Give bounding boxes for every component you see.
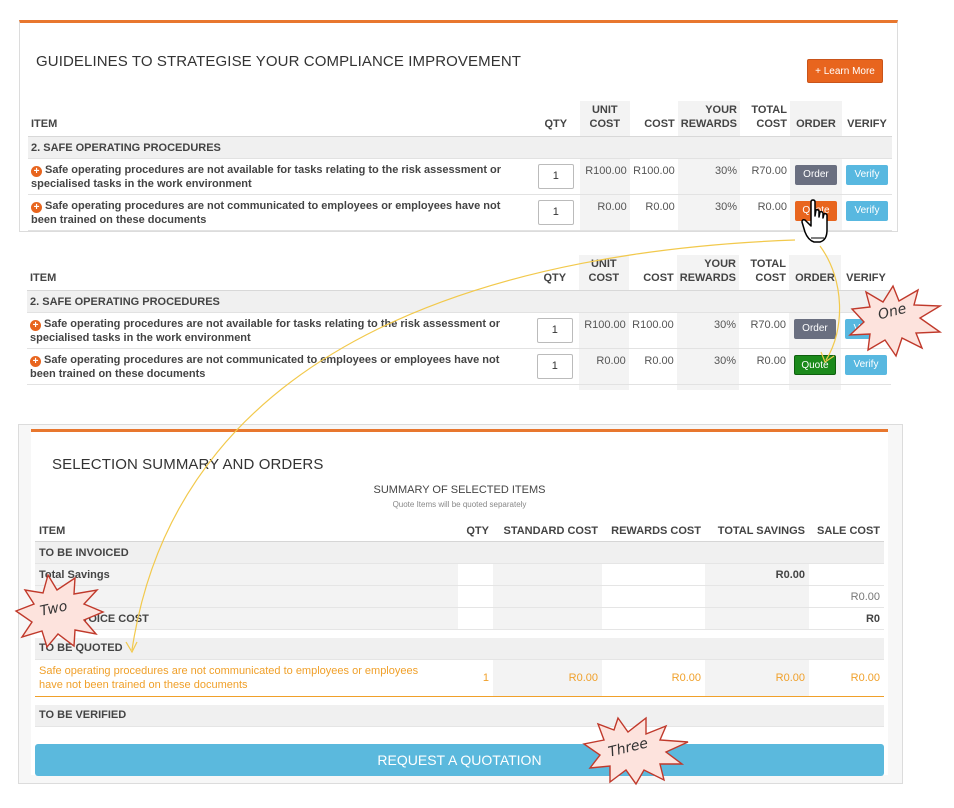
verify-button[interactable]: Verify [845, 165, 888, 185]
to-be-verified-label: TO BE VERIFIED [35, 704, 884, 727]
guidelines-table: ITEM QTY UNIT COST COST YOUR REWARDS TOTAL… [28, 101, 892, 231]
learn-more-button[interactable]: + Learn More [807, 59, 883, 83]
table-row: + Safe operating procedures are not avail… [28, 158, 892, 195]
quote-button[interactable]: Quote [794, 201, 837, 221]
quoted-row: Safe operating procedures are not commun… [35, 659, 884, 697]
sum-col-standard: STANDARD COST [493, 523, 602, 542]
summary-table: ITEM QTY STANDARD COST REWARDS COST TOTA… [35, 523, 884, 727]
col-qty: QTY [531, 101, 580, 137]
sum-col-item: ITEM [35, 523, 458, 542]
summary-panel: SELECTION SUMMARY AND ORDERS SUMMARY OF … [18, 424, 903, 784]
sum-col-savings: TOTAL SAVINGS [705, 523, 809, 542]
sum-col-qty: QTY [458, 523, 493, 542]
request-quotation-button[interactable]: REQUEST A QUOTATION [35, 744, 884, 776]
guidelines-table-after: ITEM QTY UNIT COST COST YOUR REWARDS TOTAL… [27, 255, 891, 390]
summary-card: SELECTION SUMMARY AND ORDERS SUMMARY OF … [31, 429, 888, 776]
col-item: ITEM [28, 101, 532, 137]
section-title: 2. SAFE OPERATING PROCEDURES [28, 136, 892, 159]
col-verify: VERIFY [841, 101, 892, 137]
col-order: ORDER [789, 101, 842, 137]
quantity-input[interactable]: 1 [537, 200, 574, 225]
sum-col-rewards: REWARDS COST [602, 523, 705, 542]
summary-title: SELECTION SUMMARY AND ORDERS [52, 456, 324, 473]
quantity-input[interactable]: 1 [536, 354, 573, 379]
col-unit-cost: UNIT COST [579, 101, 630, 137]
col-verify: VERIFY [840, 255, 891, 291]
col-cost: COST [629, 101, 678, 137]
quantity-input[interactable]: 1 [537, 164, 574, 189]
verify-button[interactable]: Verify [845, 201, 888, 221]
to-be-invoiced-label: TO BE INVOICED [35, 541, 884, 564]
table-row: + Safe operating procedures are not commu… [28, 194, 892, 231]
col-rewards: YOUR REWARDS [677, 101, 740, 137]
to-be-quoted-label: TO BE QUOTED [35, 637, 884, 660]
total-savings-value: R0.00 [705, 563, 809, 586]
col-total: TOTAL COST [739, 255, 789, 291]
table-row: + Safe operating procedures are not avail… [27, 312, 891, 349]
verify-button[interactable]: Verify [844, 355, 887, 375]
guidelines-panel: GUIDELINES TO STRATEGISE YOUR COMPLIANCE… [19, 20, 898, 232]
col-cost: COST [628, 255, 677, 291]
sum-col-sale: SALE COST [809, 523, 884, 542]
col-rewards: YOUR REWARDS [676, 255, 739, 291]
plus-icon[interactable]: + [31, 166, 42, 177]
table-row: + [27, 384, 891, 390]
summary-note: Quote Items will be quoted separately [392, 500, 527, 509]
col-total: TOTAL COST [740, 101, 790, 137]
summary-heading: SUMMARY OF SELECTED ITEMS [373, 484, 546, 496]
table-row: + Safe operating procedures are not commu… [27, 348, 891, 385]
order-button[interactable]: Order [794, 165, 837, 185]
guidelines-panel-after: ITEM QTY UNIT COST COST YOUR REWARDS TOTAL… [19, 255, 902, 390]
guidelines-title: GUIDELINES TO STRATEGISE YOUR COMPLIANCE… [36, 53, 522, 70]
col-unit-cost: UNIT COST [578, 255, 629, 291]
plus-icon[interactable]: + [30, 320, 41, 331]
quantity-input[interactable]: 1 [536, 318, 573, 343]
sale-cost-value: R0.00 [809, 585, 884, 608]
invoice-cost-label: VOICE COST [35, 607, 458, 630]
section-title: 2. SAFE OPERATING PROCEDURES [27, 290, 891, 313]
col-order: ORDER [788, 255, 841, 291]
order-button[interactable]: Order [793, 319, 836, 339]
quote-button-selected[interactable]: Quote [793, 355, 836, 375]
invoice-cost-value: R0 [809, 607, 884, 630]
total-savings-label: Total Savings [35, 563, 458, 586]
col-qty: QTY [530, 255, 579, 291]
col-item: ITEM [27, 255, 531, 291]
plus-icon[interactable]: + [30, 356, 41, 367]
plus-icon[interactable]: + [31, 202, 42, 213]
